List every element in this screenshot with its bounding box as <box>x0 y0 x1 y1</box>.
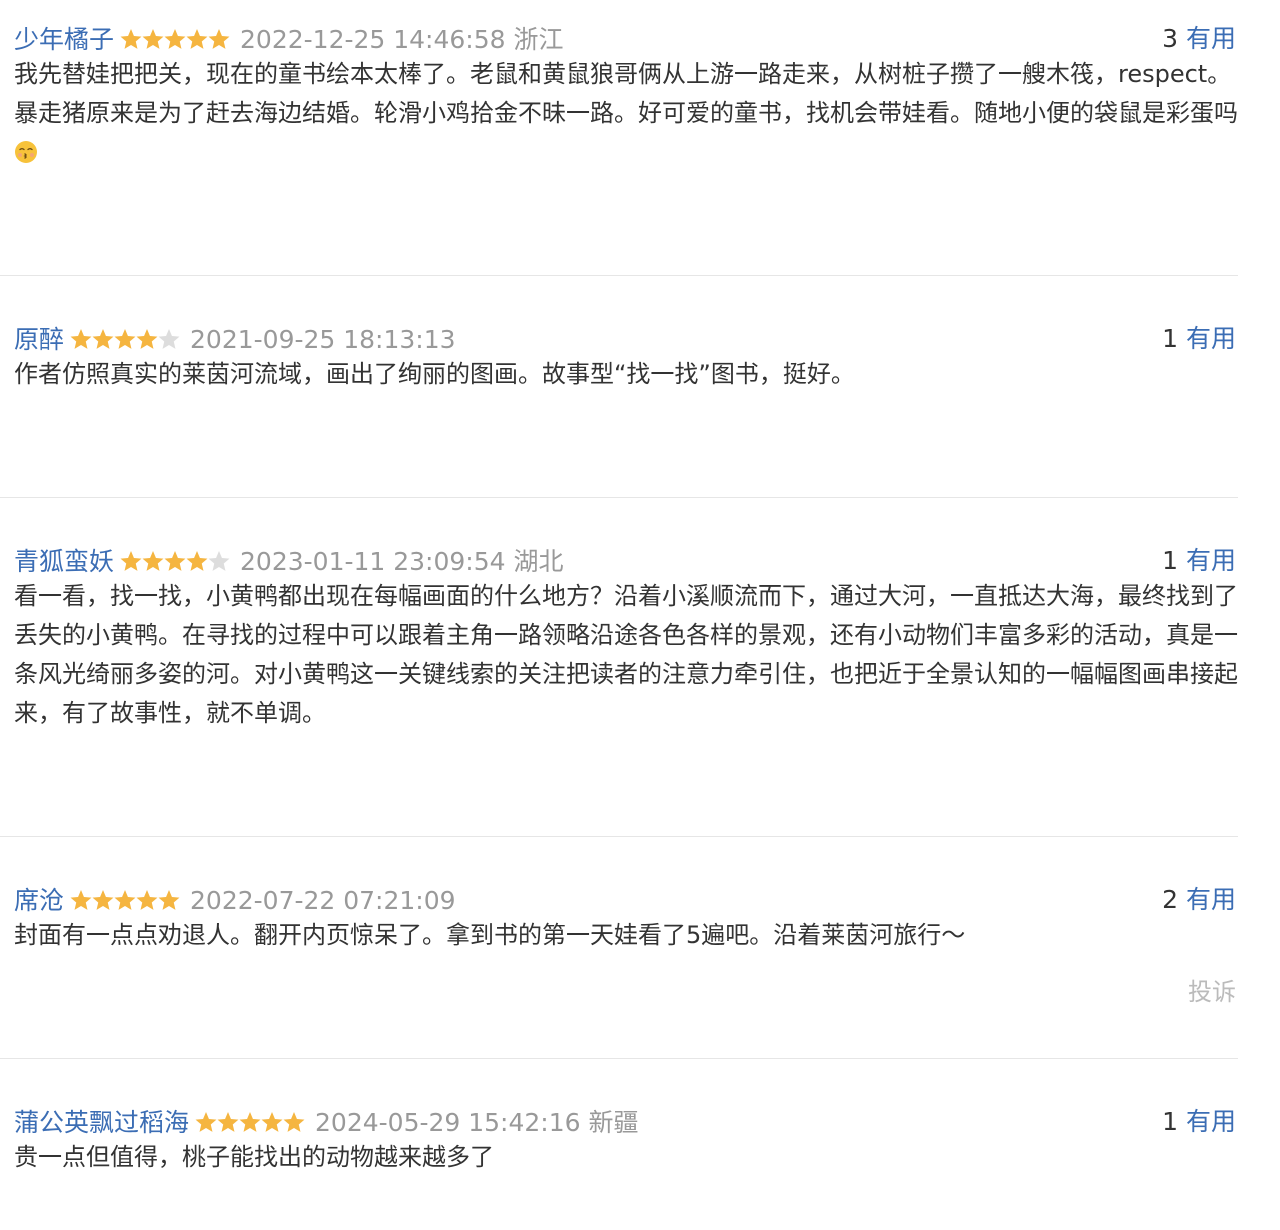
comment-username[interactable]: 少年橘子 <box>14 25 114 54</box>
star-filled-icon <box>283 1112 305 1132</box>
star-filled-icon <box>208 29 230 49</box>
comment-item: 少年橘子 2022-12-25 14:46:58 浙江 3 有用 我先替娃把把关，现在… <box>0 21 1238 221</box>
useful-vote[interactable]: 1 有用 <box>1162 321 1236 357</box>
star-filled-icon <box>136 329 158 349</box>
comment-text: 看一看，找一找，小黄鸭都出现在每幅画面的什么地方？沿着小溪顺流而下，通过大河，一… <box>14 582 1238 727</box>
comment-username[interactable]: 原醉 <box>14 325 64 354</box>
star-empty-icon <box>158 329 180 349</box>
comment-item: 席沧 2022-07-22 07:21:09 2 有用 封面有一点点劝退人。翻开内页… <box>0 882 1238 1022</box>
star-filled-icon <box>261 1112 283 1132</box>
comment-location: 湖北 <box>513 547 564 576</box>
star-filled-icon <box>120 551 142 571</box>
rating-stars <box>120 550 230 574</box>
vote-count: 3 <box>1162 24 1178 53</box>
star-filled-icon <box>142 551 164 571</box>
useful-button[interactable]: 有用 <box>1186 24 1236 53</box>
stars-graphic <box>120 29 230 49</box>
comment-meta: 少年橘子 2022-12-25 14:46:58 浙江 <box>14 21 564 57</box>
star-filled-icon <box>70 890 92 910</box>
star-filled-icon <box>142 29 164 49</box>
rating-stars <box>195 1111 305 1135</box>
comment-meta: 蒲公英飘过稻海 2024-05-29 15:42:16 新疆 <box>14 1104 639 1140</box>
rating-stars <box>70 328 180 352</box>
stars-graphic <box>120 551 230 571</box>
star-filled-icon <box>195 1112 217 1132</box>
useful-vote[interactable]: 1 有用 <box>1162 543 1236 579</box>
report-link[interactable]: 投诉 <box>1188 972 1236 1007</box>
comment-time: 2022-12-25 14:46:58 <box>240 25 506 54</box>
comment-divider <box>0 1058 1238 1059</box>
comment-content: 封面有一点点劝退人。翻开内页惊呆了。拿到书的第一天娃看了5遍吧。沿着莱茵河旅行～ <box>14 916 1238 955</box>
vote-count: 1 <box>1162 1107 1178 1136</box>
comment-content: 贵一点但值得，桃子能找出的动物越来越多了 <box>14 1138 1238 1177</box>
star-filled-icon <box>114 890 136 910</box>
useful-button[interactable]: 有用 <box>1186 324 1236 353</box>
star-filled-icon <box>120 29 142 49</box>
rating-stars <box>70 889 180 913</box>
vote-count: 1 <box>1162 324 1178 353</box>
useful-vote[interactable]: 1 有用 <box>1162 1104 1236 1140</box>
star-filled-icon <box>70 329 92 349</box>
comment-meta: 青狐蛮妖 2023-01-11 23:09:54 湖北 <box>14 543 564 579</box>
comment-time: 2021-09-25 18:13:13 <box>190 325 456 354</box>
comment-divider <box>0 275 1238 276</box>
comment-divider <box>0 497 1238 498</box>
star-empty-icon <box>208 551 230 571</box>
comment-time: 2024-05-29 15:42:16 <box>315 1108 581 1137</box>
star-filled-icon <box>136 890 158 910</box>
comment-content: 看一看，找一找，小黄鸭都出现在每幅画面的什么地方？沿着小溪顺流而下，通过大河，一… <box>14 577 1238 733</box>
comment-item: 原醉 2021-09-25 18:13:13 1 有用 作者仿照真实的莱茵河流域，画… <box>0 321 1238 441</box>
comment-username[interactable]: 席沧 <box>14 886 64 915</box>
stars-graphic <box>70 329 180 349</box>
comment-location: 新疆 <box>588 1108 639 1137</box>
star-filled-icon <box>164 29 186 49</box>
comment-time: 2022-07-22 07:21:09 <box>190 886 456 915</box>
star-filled-icon <box>114 329 136 349</box>
rating-stars <box>120 28 230 52</box>
vote-count: 1 <box>1162 546 1178 575</box>
star-filled-icon <box>92 329 114 349</box>
comment-text: 我先替娃把把关，现在的童书绘本太棒了。老鼠和黄鼠狼哥俩从上游一路走来，从树桩子攒… <box>14 60 1238 127</box>
comment-text: 作者仿照真实的莱茵河流域，画出了绚丽的图画。故事型“找一找”图书，挺好。 <box>14 360 855 388</box>
star-filled-icon <box>217 1112 239 1132</box>
useful-vote[interactable]: 2 有用 <box>1162 882 1236 918</box>
star-filled-icon <box>186 551 208 571</box>
comment-text: 封面有一点点劝退人。翻开内页惊呆了。拿到书的第一天娃看了5遍吧。沿着莱茵河旅行～ <box>14 921 966 949</box>
star-filled-icon <box>164 551 186 571</box>
star-filled-icon <box>186 29 208 49</box>
kissing-face-icon <box>15 141 37 163</box>
stars-graphic <box>195 1112 305 1132</box>
useful-button[interactable]: 有用 <box>1186 546 1236 575</box>
star-filled-icon <box>239 1112 261 1132</box>
comment-username[interactable]: 青狐蛮妖 <box>14 547 114 576</box>
stars-graphic <box>70 890 180 910</box>
comment-time: 2023-01-11 23:09:54 <box>240 547 506 576</box>
useful-button[interactable]: 有用 <box>1186 1107 1236 1136</box>
useful-button[interactable]: 有用 <box>1186 885 1236 914</box>
comment-text: 贵一点但值得，桃子能找出的动物越来越多了 <box>14 1143 494 1171</box>
star-filled-icon <box>158 890 180 910</box>
comment-meta: 原醉 2021-09-25 18:13:13 <box>14 321 464 357</box>
comment-content: 作者仿照真实的莱茵河流域，画出了绚丽的图画。故事型“找一找”图书，挺好。 <box>14 355 1238 394</box>
comment-item: 蒲公英飘过稻海 2024-05-29 15:42:16 新疆 1 有用 贵一点但值得，… <box>0 1104 1238 1214</box>
comment-location: 浙江 <box>513 25 564 54</box>
comment-item: 青狐蛮妖 2023-01-11 23:09:54 湖北 1 有用 看一看，找一找，小黄… <box>0 543 1238 783</box>
vote-count: 2 <box>1162 885 1178 914</box>
comment-username[interactable]: 蒲公英飘过稻海 <box>14 1108 189 1137</box>
comment-meta: 席沧 2022-07-22 07:21:09 <box>14 882 464 918</box>
star-filled-icon <box>92 890 114 910</box>
comment-divider <box>0 836 1238 837</box>
comment-content: 我先替娃把把关，现在的童书绘本太棒了。老鼠和黄鼠狼哥俩从上游一路走来，从树桩子攒… <box>14 55 1238 172</box>
useful-vote[interactable]: 3 有用 <box>1162 21 1236 57</box>
